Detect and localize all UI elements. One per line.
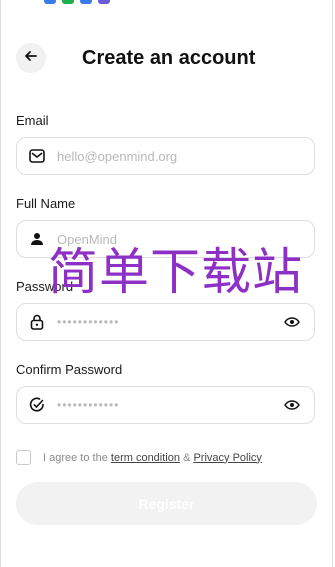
privacy-policy-link[interactable]: Privacy Policy xyxy=(193,452,261,464)
status-indicator xyxy=(285,0,305,4)
full-name-label: Full Name xyxy=(16,196,76,211)
terms-row: I agree to the term condition & Privacy … xyxy=(16,450,262,465)
password-value: •••••••••••• xyxy=(57,315,120,329)
check-circle-icon xyxy=(17,397,57,413)
email-placeholder: hello@openmind.org xyxy=(57,148,178,164)
confirm-password-label: Confirm Password xyxy=(16,362,123,377)
eye-icon[interactable] xyxy=(270,400,314,410)
page-title: Create an account xyxy=(82,46,256,69)
header: Create an account xyxy=(16,40,317,76)
terms-ampersand: & xyxy=(183,451,191,464)
terms-checkbox[interactable] xyxy=(16,450,31,465)
frame-border-right xyxy=(332,0,333,567)
password-field[interactable]: •••••••••••• xyxy=(16,303,315,341)
arrow-left-icon xyxy=(24,49,38,68)
term-condition-link[interactable]: term condition xyxy=(111,452,180,464)
back-button[interactable] xyxy=(16,43,46,73)
status-strip xyxy=(44,0,110,4)
terms-prefix: I agree to the xyxy=(43,451,108,464)
app-icon xyxy=(80,0,92,4)
app-icon xyxy=(44,0,56,4)
lock-icon xyxy=(17,314,57,330)
watermark-text: 简单下载站 xyxy=(48,243,303,301)
app-icon xyxy=(62,0,74,4)
app-icon xyxy=(98,0,110,4)
register-button[interactable]: Register xyxy=(16,482,317,525)
confirm-password-field[interactable]: •••••••••••• xyxy=(16,386,315,424)
email-field[interactable]: hello@openmind.org xyxy=(16,137,315,175)
email-label: Email xyxy=(16,113,49,128)
eye-icon[interactable] xyxy=(270,317,314,327)
frame-border-left xyxy=(0,0,1,567)
mail-icon xyxy=(17,149,57,163)
confirm-password-value: •••••••••••• xyxy=(57,398,120,412)
